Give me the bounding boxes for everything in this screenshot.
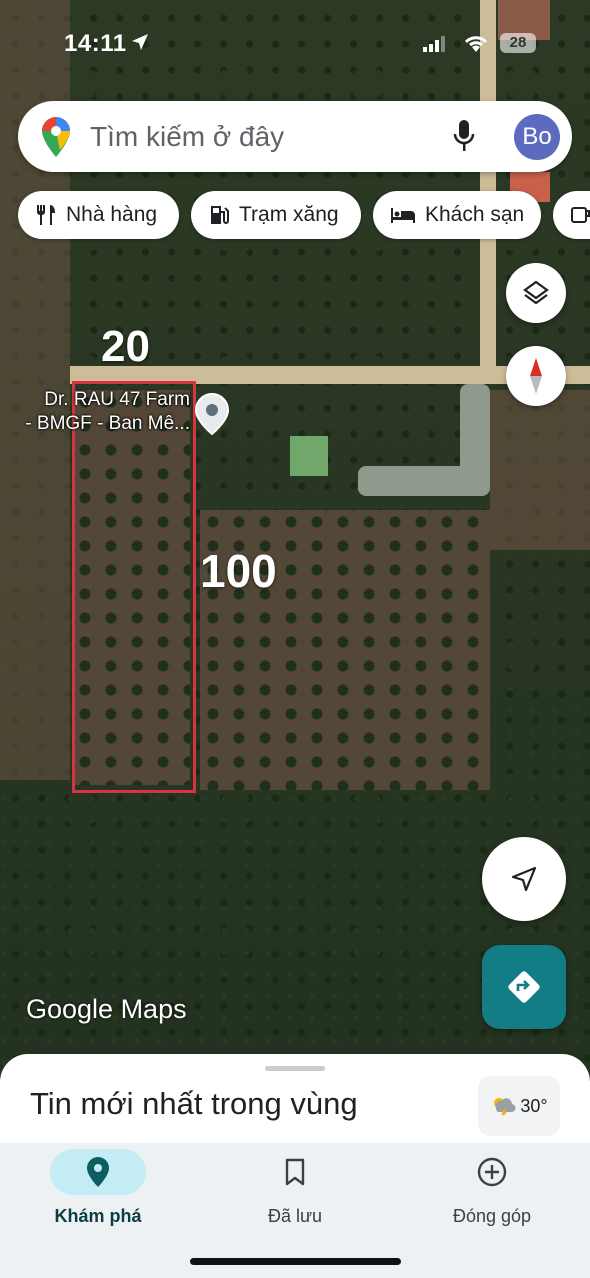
directions-button[interactable]: [482, 945, 566, 1029]
battery-indicator: 28: [500, 33, 536, 53]
nav-label: Đã lưu: [267, 1206, 323, 1226]
bed-icon: [391, 208, 415, 223]
location-arrow-icon: [132, 34, 148, 50]
icon-container: [247, 1149, 343, 1195]
nav-contribute[interactable]: Đóng góp: [394, 1143, 590, 1243]
wifi-icon: [464, 36, 488, 52]
dirt-field: [490, 390, 590, 550]
place-label-line2: - BMGF - Ban Mê...: [25, 413, 190, 434]
coffee-cup-icon: [571, 207, 590, 223]
nav-label: Đóng góp: [452, 1206, 532, 1226]
road: [358, 466, 490, 496]
google-maps-pin-icon: [42, 117, 70, 157]
weather-temperature: 30°: [520, 1095, 548, 1116]
microphone-icon[interactable]: [452, 119, 476, 153]
chip-restaurants[interactable]: Nhà hàng: [18, 191, 179, 239]
icon-container: [444, 1149, 540, 1195]
annotation-red-rectangle: [72, 381, 196, 793]
active-indicator: [50, 1149, 146, 1195]
explore-pin-icon: [87, 1157, 109, 1187]
sheet-drag-handle[interactable]: [265, 1066, 325, 1071]
place-label-line1: Dr. RAU 47 Farm: [44, 389, 190, 410]
directions-icon: [508, 971, 540, 1003]
place-label[interactable]: Dr. RAU 47 Farm - BMGF - Ban Mê...: [0, 388, 190, 436]
chip-gas-stations[interactable]: Trạm xăng: [191, 191, 361, 239]
chip-label: Khách sạn: [425, 203, 525, 226]
compass-icon: [530, 358, 542, 394]
annotation-width: 20: [101, 322, 150, 371]
bottom-sheet[interactable]: Tin mới nhất trong vùng 30°: [0, 1054, 590, 1154]
chip-label: Nhà hàng: [66, 203, 158, 226]
account-avatar[interactable]: Bo: [514, 114, 560, 160]
add-circle-icon: [477, 1157, 507, 1187]
weather-chip[interactable]: 30°: [478, 1076, 560, 1136]
sheet-title: Tin mới nhất trong vùng: [30, 1086, 358, 1121]
nav-saved[interactable]: Đã lưu: [197, 1143, 393, 1243]
annotation-length: 100: [200, 545, 277, 597]
nav-explore[interactable]: Khám phá: [0, 1143, 196, 1243]
compass-button[interactable]: [506, 346, 566, 406]
thunderstorm-icon: [494, 1098, 516, 1118]
search-placeholder[interactable]: Tìm kiếm ở đây: [90, 121, 284, 153]
chip-label: Trạm xăng: [239, 203, 339, 226]
building-roof: [290, 436, 328, 476]
navigation-arrow-icon: [511, 866, 537, 892]
bookmark-icon: [285, 1158, 305, 1186]
map-layers-button[interactable]: [506, 263, 566, 323]
chip-hotels[interactable]: Khách sạn: [373, 191, 541, 239]
status-bar: 14:11 28: [0, 0, 590, 90]
home-indicator: [190, 1258, 401, 1265]
layers-icon: [523, 280, 549, 305]
search-bar[interactable]: Tìm kiếm ở đây Bo: [18, 101, 572, 172]
cellular-signal-icon: [423, 36, 445, 52]
clock: 14:11: [64, 30, 127, 57]
fork-knife-icon: [37, 205, 55, 225]
place-marker-icon[interactable]: [194, 393, 230, 435]
my-location-button[interactable]: [482, 837, 566, 921]
nav-label: Khám phá: [54, 1206, 142, 1226]
gas-station-icon: [211, 206, 229, 224]
google-maps-attribution: Google Maps: [26, 994, 187, 1024]
